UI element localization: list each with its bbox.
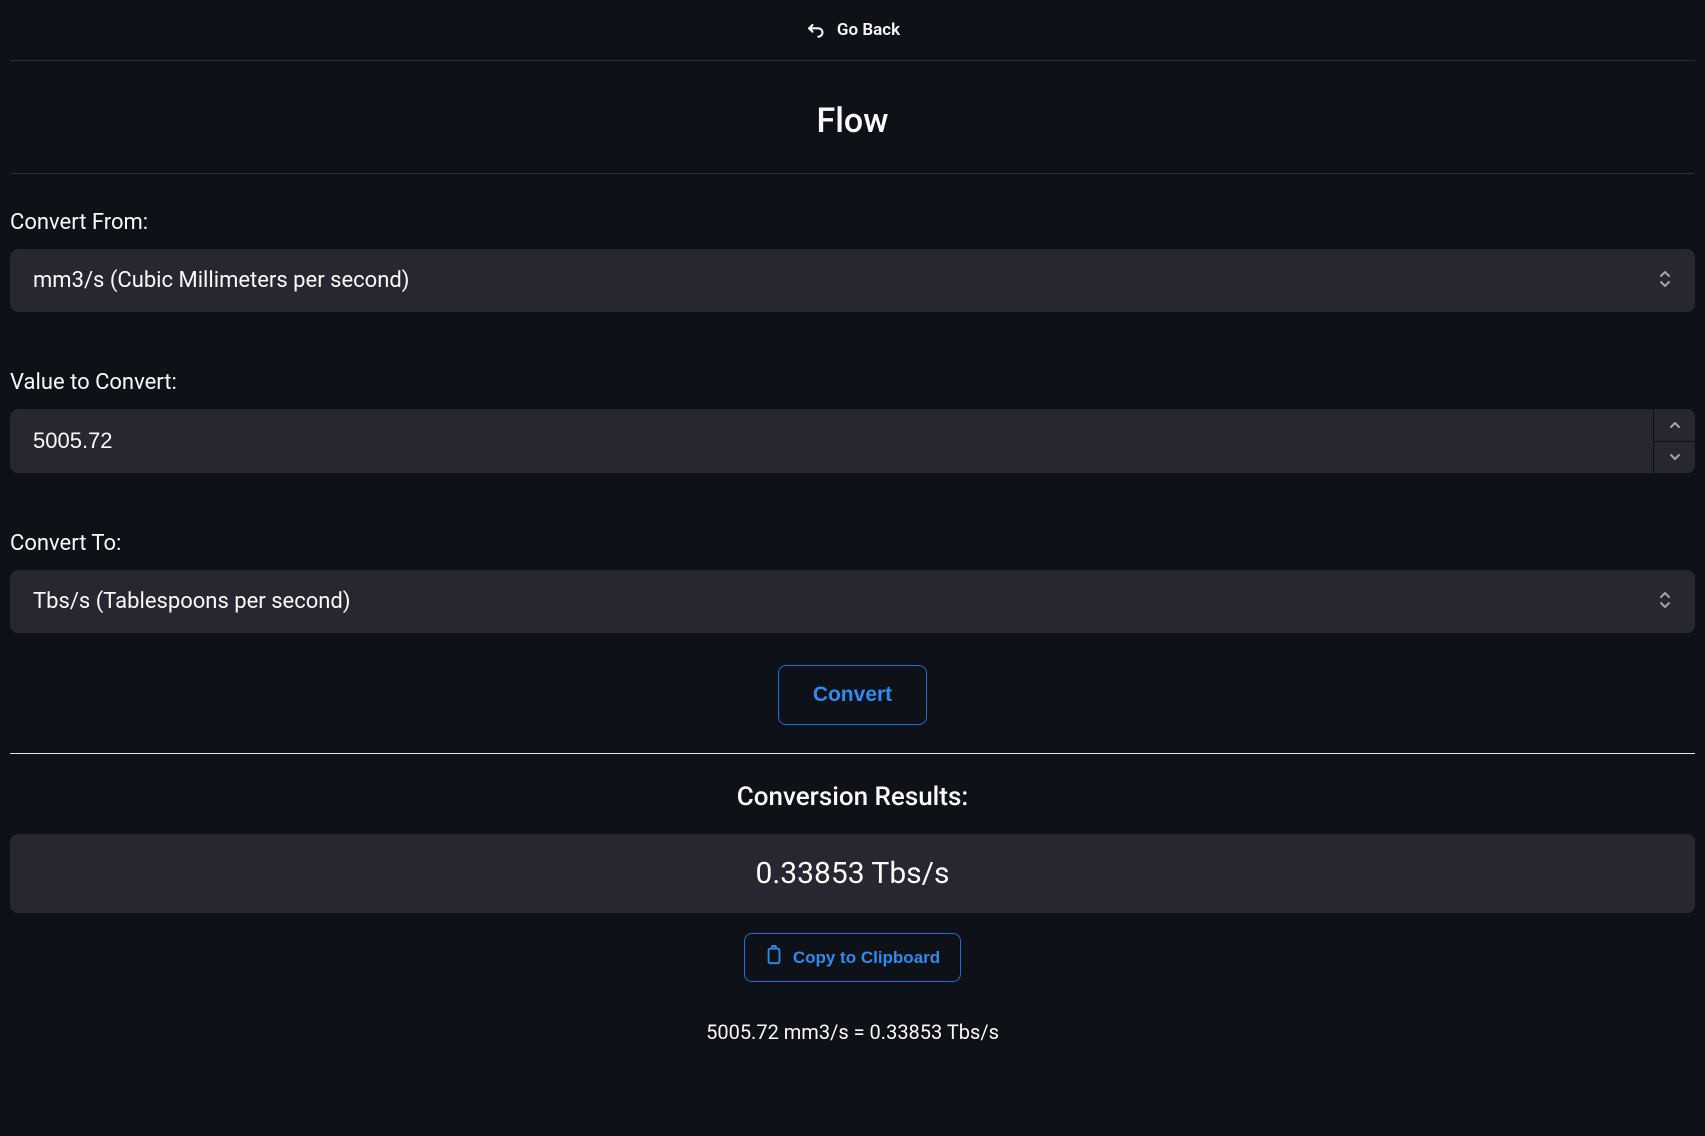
convert-from-select-wrap: mm3/s (Cubic Millimeters per second) (10, 249, 1695, 312)
header-bar: Go Back (10, 0, 1695, 61)
value-to-convert-label: Value to Convert: (10, 370, 1695, 395)
clipboard-icon (765, 945, 783, 970)
conversion-summary: 5005.72 mm3/s = 0.33853 Tbs/s (10, 1020, 1695, 1074)
divider (10, 173, 1695, 174)
convert-from-select[interactable]: mm3/s (Cubic Millimeters per second) (10, 249, 1695, 312)
convert-to-select[interactable]: Tbs/s (Tablespoons per second) (10, 570, 1695, 633)
convert-to-select-wrap: Tbs/s (Tablespoons per second) (10, 570, 1695, 633)
convert-to-label: Convert To: (10, 531, 1695, 556)
back-arrow-icon[interactable] (805, 20, 825, 40)
page-title: Flow (10, 101, 1695, 141)
stepper-down-button[interactable] (1654, 441, 1695, 474)
chevron-up-icon (1669, 421, 1681, 429)
value-input[interactable] (10, 409, 1695, 473)
copy-to-clipboard-button[interactable]: Copy to Clipboard (744, 933, 961, 982)
go-back-link[interactable]: Go Back (837, 20, 900, 40)
value-input-wrap (10, 409, 1695, 473)
convert-button[interactable]: Convert (778, 665, 927, 725)
results-divider (10, 753, 1695, 754)
number-steppers (1653, 409, 1695, 473)
convert-from-label: Convert From: (10, 210, 1695, 235)
results-heading: Conversion Results: (10, 782, 1695, 812)
stepper-up-button[interactable] (1654, 409, 1695, 441)
result-value: 0.33853 Tbs/s (10, 834, 1695, 913)
copy-label: Copy to Clipboard (793, 948, 940, 968)
chevron-down-icon (1669, 453, 1681, 461)
